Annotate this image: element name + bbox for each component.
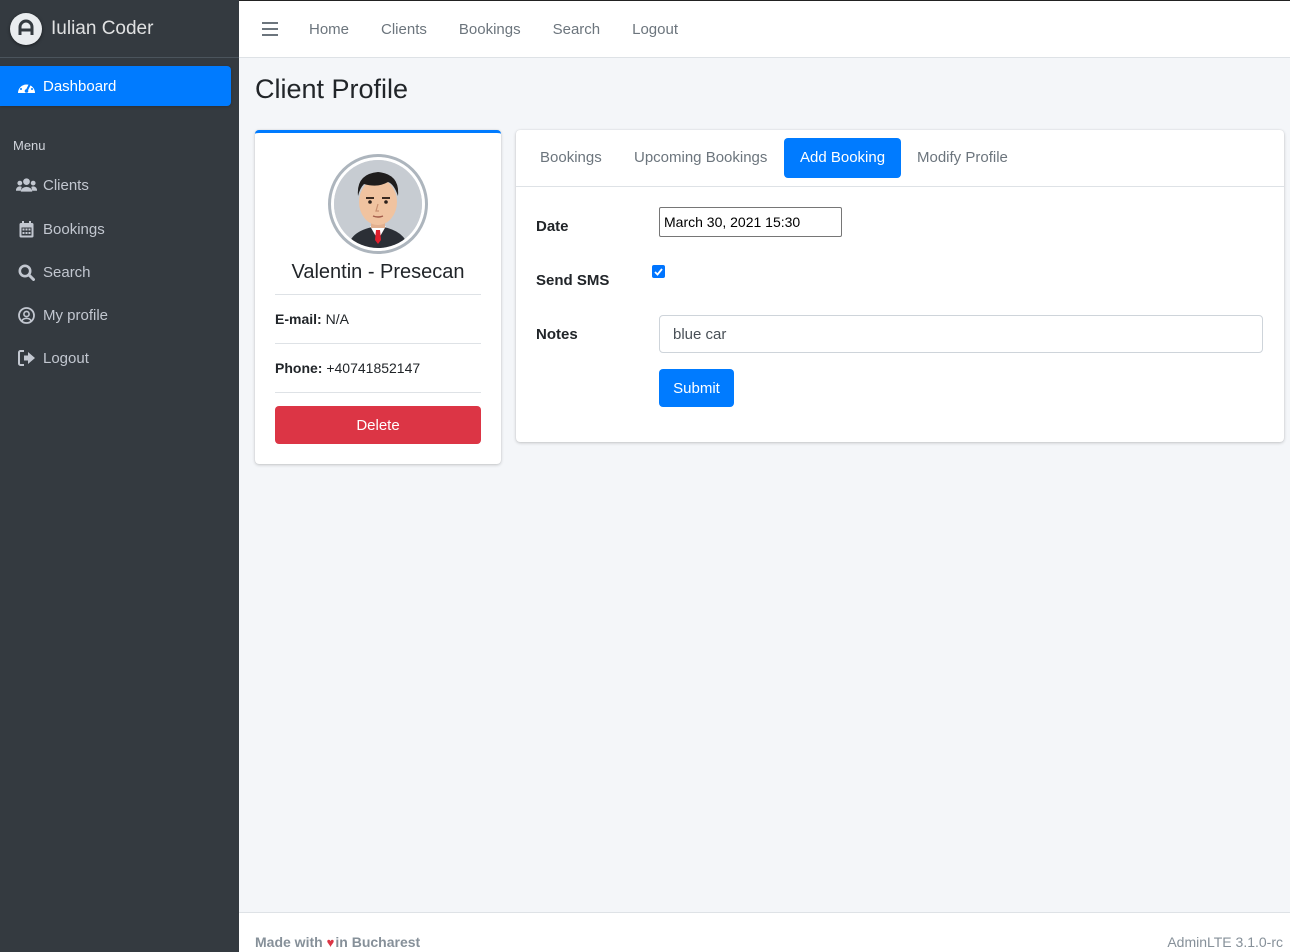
hamburger-menu-icon[interactable] xyxy=(262,22,278,36)
avatar-image xyxy=(334,160,422,248)
footer-made-with: Made with xyxy=(255,934,323,950)
phone-label: Phone: xyxy=(275,360,323,376)
notes-label: Notes xyxy=(536,326,578,343)
profile-card: Valentin - Presecan E-mail: N/A Phone: +… xyxy=(255,130,501,464)
sidebar: Iulian Coder Dashboard Menu Clients Book… xyxy=(0,0,239,952)
send-sms-checkbox[interactable] xyxy=(652,265,665,278)
brand-link[interactable]: Iulian Coder xyxy=(0,0,239,58)
sidebar-item-bookings[interactable]: Bookings xyxy=(16,215,105,243)
heart-icon: ♥ xyxy=(326,934,335,950)
sidebar-item-label: Dashboard xyxy=(43,77,117,95)
tab-bookings[interactable]: Bookings xyxy=(524,138,618,178)
delete-button[interactable]: Delete xyxy=(275,406,481,444)
calendar-icon xyxy=(16,219,37,240)
send-sms-label: Send SMS xyxy=(536,272,610,289)
sidebar-item-logout[interactable]: Logout xyxy=(16,344,89,372)
sign-out-icon xyxy=(16,348,37,369)
tab-bar: Bookings Upcoming Bookings Add Booking M… xyxy=(516,130,1284,187)
tab-upcoming-bookings[interactable]: Upcoming Bookings xyxy=(618,138,783,178)
date-input[interactable] xyxy=(659,207,842,237)
tab-add-booking[interactable]: Add Booking xyxy=(784,138,902,178)
avatar xyxy=(328,154,428,254)
menu-header: Menu xyxy=(13,138,46,153)
nav-link-clients[interactable]: Clients xyxy=(381,21,427,38)
brand-logo-icon xyxy=(10,12,42,45)
sidebar-item-clients[interactable]: Clients xyxy=(16,171,89,199)
phone-value: +40741852147 xyxy=(326,360,421,376)
sidebar-item-dashboard[interactable]: Dashboard xyxy=(0,66,231,106)
footer-city: in Bucharest xyxy=(335,934,421,950)
profile-name: Valentin - Presecan xyxy=(291,261,465,283)
email-value: N/A xyxy=(325,311,349,327)
submit-button[interactable]: Submit xyxy=(659,369,734,407)
tab-modify-profile[interactable]: Modify Profile xyxy=(901,138,1024,178)
checkmark-icon xyxy=(654,267,663,276)
users-icon xyxy=(16,175,37,196)
nav-link-logout[interactable]: Logout xyxy=(632,21,678,38)
user-circle-icon xyxy=(16,305,37,326)
email-row: E-mail: N/A xyxy=(275,311,349,327)
footer: Made with ♥ in Bucharest AdminLTE 3.1.0-… xyxy=(239,912,1290,952)
phone-row: Phone: +40741852147 xyxy=(275,360,420,376)
footer-credit: Made with ♥ in Bucharest xyxy=(255,934,420,950)
sidebar-item-label: Clients xyxy=(43,176,89,194)
nav-link-bookings[interactable]: Bookings xyxy=(459,21,521,38)
brand-text: Iulian Coder xyxy=(51,17,154,39)
sidebar-item-label: Bookings xyxy=(43,220,105,238)
footer-version: AdminLTE 3.1.0-rc xyxy=(1167,934,1283,950)
page-title: Client Profile xyxy=(255,74,409,104)
tachometer-icon xyxy=(16,76,37,97)
divider xyxy=(275,343,481,344)
divider xyxy=(275,392,481,393)
sidebar-item-label: Search xyxy=(43,263,91,281)
divider xyxy=(275,294,481,295)
notes-input[interactable] xyxy=(659,315,1263,353)
sidebar-item-label: My profile xyxy=(43,306,109,324)
top-navbar: Home Clients Bookings Search Logout xyxy=(239,0,1290,58)
nav-link-search[interactable]: Search xyxy=(553,21,601,38)
nav-link-home[interactable]: Home xyxy=(309,21,349,38)
sidebar-item-my-profile[interactable]: My profile xyxy=(16,301,108,329)
email-label: E-mail: xyxy=(275,311,322,327)
date-label: Date xyxy=(536,218,569,235)
sidebar-item-label: Logout xyxy=(43,349,89,367)
search-icon xyxy=(16,262,37,283)
booking-card: Bookings Upcoming Bookings Add Booking M… xyxy=(516,130,1284,442)
sidebar-item-search[interactable]: Search xyxy=(16,258,91,286)
